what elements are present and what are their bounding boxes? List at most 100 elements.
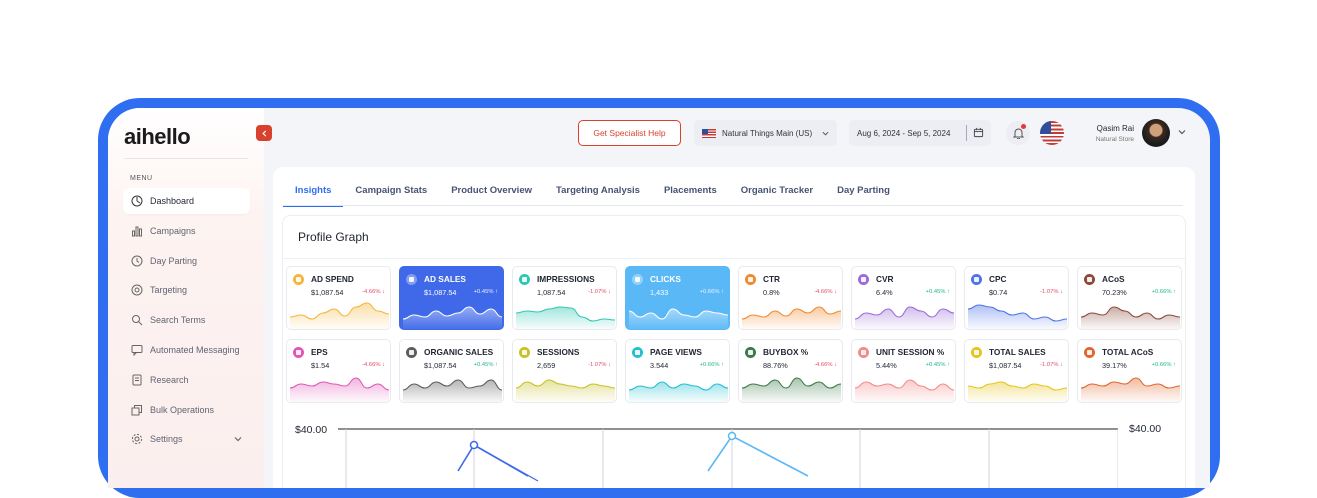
target-icon [131, 284, 143, 296]
clock-icon [131, 255, 143, 267]
metric-card-ad-spend[interactable]: AD SPEND $1,087.54 -4.66% ↓ [286, 266, 391, 330]
y-axis-right-label: $40.00 [1129, 423, 1162, 435]
user-name: Qasim Rai [1096, 124, 1134, 133]
y-axis-left-label: $40.00 [295, 424, 328, 436]
date-range-picker[interactable]: Aug 6, 2024 - Sep 5, 2024 [849, 120, 991, 146]
metric-card-ad-sales[interactable]: AD SALES $1,087.54 +0.45% ↑ [399, 266, 504, 330]
chevron-down-icon[interactable] [1178, 128, 1186, 136]
tab-day-parting[interactable]: Day Parting [825, 174, 902, 206]
sparkline [628, 381, 729, 402]
metric-card-organic-sales[interactable]: ORGANIC SALES $1,087.54 +0.45% ↑ [399, 339, 504, 403]
metric-card-total-sales[interactable]: TOTAL SALES $1,087.54 -1.07% ↓ [964, 339, 1069, 403]
metric-card-impressions[interactable]: IMPRESSIONS 1,087.54 -1.07% ↓ [512, 266, 617, 330]
tab-organic-tracker[interactable]: Organic Tracker [729, 174, 825, 206]
divider [283, 258, 1185, 259]
metric-name: CVR [876, 274, 894, 284]
metric-name: ACoS [1102, 274, 1125, 284]
metric-card-sessions[interactable]: SESSIONS 2,659 -1.07% ↓ [512, 339, 617, 403]
sidebar-item-label: Research [150, 374, 189, 385]
metric-card-acos[interactable]: ACoS 70.23% +0.66% ↑ [1077, 266, 1182, 330]
notification-badge [1021, 124, 1026, 129]
message-icon [131, 344, 143, 356]
us-flag-icon [702, 128, 716, 138]
sidebar-item-label: Dashboard [150, 196, 195, 206]
metric-icon [1084, 274, 1095, 285]
search-icon [131, 314, 143, 326]
divider [124, 158, 248, 159]
sparkline [402, 306, 503, 329]
sidebar-item-settings[interactable]: Settings [123, 426, 250, 452]
sparkline [402, 379, 503, 402]
dashboard-icon [131, 195, 143, 207]
user-store: Natural Store [1095, 136, 1134, 143]
metric-name: BUYBOX % [763, 347, 809, 357]
metric-card-buybox-[interactable]: BUYBOX % 88.76% -4.66% ↓ [738, 339, 843, 403]
data-point [469, 440, 479, 450]
metric-icon [632, 347, 643, 358]
metric-icon [293, 274, 304, 285]
document-icon [131, 374, 143, 386]
chevron-down-icon [822, 131, 829, 136]
profile-line-chart [338, 428, 1118, 488]
get-specialist-help-button[interactable]: Get Specialist Help [578, 120, 681, 146]
metric-name: EPS [311, 347, 328, 357]
metric-icon [293, 347, 304, 358]
calendar-icon[interactable] [973, 127, 984, 138]
series-line [473, 444, 539, 482]
metric-card-clicks[interactable]: CLICKS 1,433 +0.66% ↑ [625, 266, 730, 330]
tab-targeting-analysis[interactable]: Targeting Analysis [544, 174, 652, 206]
sidebar-item-targeting[interactable]: Targeting [123, 277, 250, 303]
notifications-button[interactable] [1006, 121, 1030, 145]
sidebar-item-search-terms[interactable]: Search Terms [123, 307, 250, 333]
sparkline [967, 381, 1068, 402]
metric-icon [745, 347, 756, 358]
sparkline [854, 379, 955, 402]
metric-card-total-acos[interactable]: TOTAL ACoS 39.17% +0.66% ↑ [1077, 339, 1182, 403]
metric-icon [971, 347, 982, 358]
sparkline [1080, 377, 1181, 402]
gear-icon [131, 433, 143, 445]
metric-name: TOTAL ACoS [1102, 347, 1154, 357]
metric-icon [971, 274, 982, 285]
sidebar-nav: Dashboard Campaigns Day Parting Targeting Se… [123, 188, 250, 456]
metric-name: UNIT SESSION % [876, 347, 945, 357]
sidebar-item-dashboard[interactable]: Dashboard [123, 188, 250, 214]
section-title: Profile Graph [298, 230, 369, 244]
sparkline [628, 308, 729, 329]
sidebar: aihello MENU Dashboard Campaigns Day Parti… [108, 108, 264, 488]
sparkline [289, 302, 390, 329]
tab-product-overview[interactable]: Product Overview [439, 174, 544, 206]
metric-name: AD SALES [424, 274, 466, 284]
metric-card-eps[interactable]: EPS $1.54 -4.66% ↓ [286, 339, 391, 403]
sidebar-item-bulk-operations[interactable]: Bulk Operations [123, 397, 250, 423]
metric-name: CPC [989, 274, 1007, 284]
metric-card-cvr[interactable]: CVR 6.4% +0.45% ↑ [851, 266, 956, 330]
menu-section-label: MENU [130, 175, 153, 182]
metric-name: AD SPEND [311, 274, 354, 284]
chevron-down-icon [234, 437, 242, 442]
metric-icon [745, 274, 756, 285]
metric-card-cpc[interactable]: CPC $0.74 -1.07% ↓ [964, 266, 1069, 330]
store-selector[interactable]: Natural Things Main (US) [694, 120, 837, 146]
sidebar-item-label: Campaigns [150, 225, 196, 236]
metric-icon [858, 347, 869, 358]
language-flag-icon[interactable] [1040, 121, 1064, 145]
metric-name: IMPRESSIONS [537, 274, 595, 284]
sidebar-item-campaigns[interactable]: Campaigns [123, 218, 250, 244]
sidebar-item-automated-messaging[interactable]: Automated Messaging [123, 337, 250, 363]
metric-card-page-views[interactable]: PAGE VIEWS 3.544 +0.66% ↑ [625, 339, 730, 403]
metric-card-ctr[interactable]: CTR 0.8% -4.66% ↓ [738, 266, 843, 330]
metric-name: SESSIONS [537, 347, 580, 357]
metric-card-unit-session-[interactable]: UNIT SESSION % 5.44% +0.45% ↑ [851, 339, 956, 403]
tab-placements[interactable]: Placements [652, 174, 729, 206]
sidebar-item-day-parting[interactable]: Day Parting [123, 248, 250, 274]
sparkline [1080, 306, 1181, 329]
sidebar-item-research[interactable]: Research [123, 367, 250, 393]
metric-name: ORGANIC SALES [424, 347, 494, 357]
tab-insights[interactable]: Insights [283, 174, 344, 207]
sparkline-area [1081, 307, 1180, 329]
collapse-sidebar-button[interactable] [256, 125, 272, 141]
tab-campaign-stats[interactable]: Campaign Stats [343, 174, 439, 206]
avatar[interactable] [1142, 119, 1170, 147]
metric-name: TOTAL SALES [989, 347, 1046, 357]
